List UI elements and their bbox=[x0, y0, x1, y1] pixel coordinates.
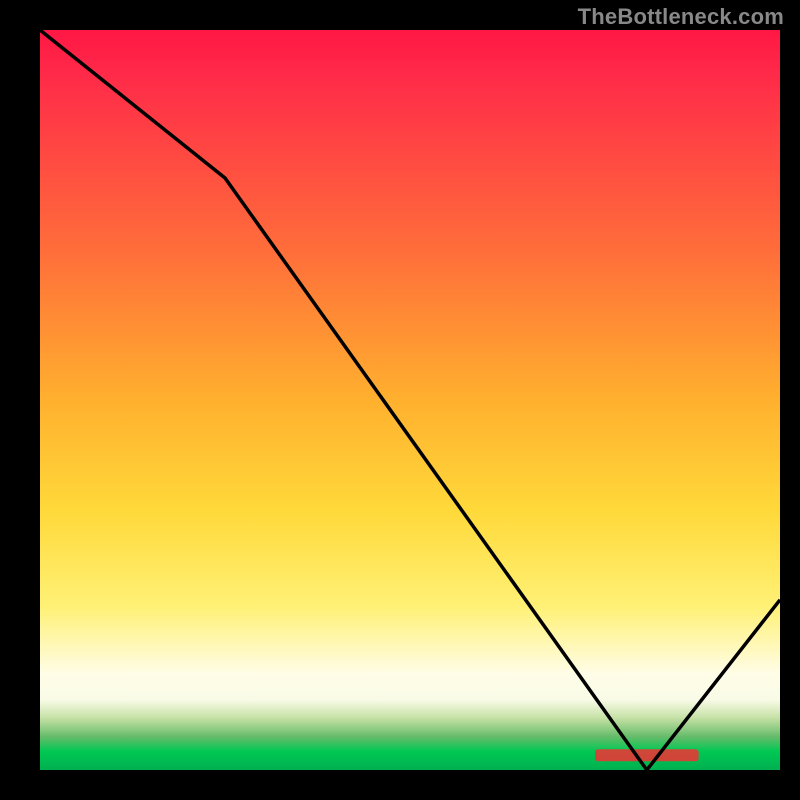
watermark-text: TheBottleneck.com bbox=[578, 4, 784, 30]
minimum-marker bbox=[595, 749, 699, 761]
plot-background bbox=[40, 30, 780, 770]
y-axis-area bbox=[0, 0, 40, 800]
bottleneck-chart bbox=[0, 0, 800, 800]
x-axis-area bbox=[0, 770, 800, 800]
